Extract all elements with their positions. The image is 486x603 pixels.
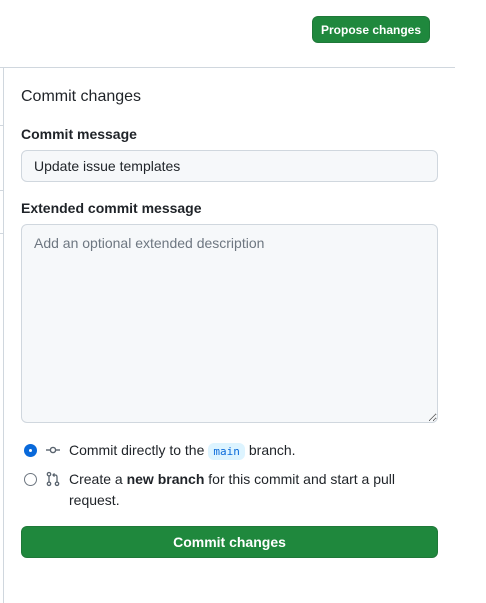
header-divider	[0, 67, 455, 68]
left-border-tick	[0, 190, 4, 191]
commit-direct-option[interactable]: Commit directly to the main branch.	[24, 442, 296, 460]
git-commit-icon	[46, 446, 60, 454]
commit-direct-text: Commit directly to the main branch.	[69, 442, 296, 460]
new-branch-bold: new branch	[126, 471, 205, 487]
extended-message-textarea[interactable]	[21, 224, 438, 423]
panel-title: Commit changes	[21, 88, 142, 105]
left-border	[3, 68, 4, 603]
commit-message-label: Commit message	[21, 126, 137, 142]
commit-direct-suffix: branch.	[248, 442, 296, 458]
new-branch-text: Create a new branch for this commit and …	[69, 469, 421, 511]
branch-name-chip: main	[208, 443, 245, 460]
commit-direct-prefix: Commit directly to the	[69, 442, 205, 458]
new-branch-prefix: Create a	[69, 471, 123, 487]
commit-changes-page: Propose changes Commit changes Commit me…	[0, 0, 486, 603]
left-border-tick	[0, 233, 4, 234]
left-border-tick	[0, 125, 4, 126]
new-branch-option[interactable]: Create a new branch for this commit and …	[24, 471, 421, 511]
commit-message-input[interactable]	[21, 150, 438, 182]
propose-changes-button[interactable]: Propose changes	[312, 16, 430, 43]
git-pull-request-icon	[46, 471, 60, 487]
commit-direct-radio[interactable]	[25, 445, 36, 456]
new-branch-radio[interactable]	[24, 473, 37, 486]
extended-message-label: Extended commit message	[21, 200, 202, 216]
commit-changes-button[interactable]: Commit changes	[21, 526, 438, 558]
